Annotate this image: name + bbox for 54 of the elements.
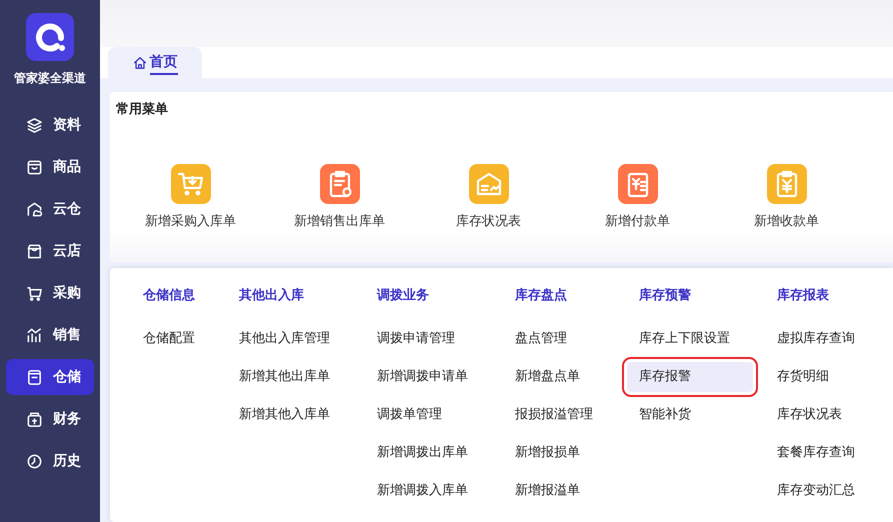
menu-item[interactable]: 新增盘点单: [503, 362, 603, 392]
menu-item[interactable]: 库存报警: [627, 362, 753, 392]
menu-item[interactable]: 虚拟库存查询: [765, 324, 865, 354]
logo-icon: [26, 13, 74, 61]
menu-item[interactable]: 报损报溢管理: [503, 400, 603, 430]
menu-item[interactable]: 新增其他出库单: [227, 362, 330, 392]
menu-item[interactable]: 套餐库存查询: [765, 438, 865, 468]
menu-item[interactable]: 新增报损单: [503, 438, 603, 468]
menu-item[interactable]: 盘点管理: [503, 324, 603, 354]
nav-item[interactable]: 采购: [6, 275, 94, 311]
shortcut-item[interactable]: 新增销售出库单: [265, 164, 414, 230]
menu-item[interactable]: 新增其他入库单: [227, 400, 330, 430]
shortcut-item[interactable]: 库存状况表: [414, 164, 563, 230]
menu-item[interactable]: 库存上下限设置: [627, 324, 730, 354]
shortcut-item[interactable]: 新增采购入库单: [116, 164, 265, 230]
menu-item[interactable]: 库存变动汇总: [765, 476, 865, 506]
nav-item[interactable]: 云店: [6, 233, 94, 269]
home-tab[interactable]: 首页: [108, 47, 202, 78]
menu-group-title: 库存报表: [777, 286, 830, 305]
home-icon: [132, 56, 146, 70]
store-icon: [26, 242, 43, 260]
nav-item[interactable]: 仓储: [6, 359, 94, 395]
nav-item[interactable]: 资料: [6, 107, 94, 143]
shortcut-item[interactable]: 新增收款单: [712, 164, 861, 230]
section-title: 常用菜单: [116, 101, 169, 118]
brand-name: 管家婆全渠道: [14, 70, 86, 87]
menu-item[interactable]: 调拨申请管理: [365, 324, 465, 354]
nav-item[interactable]: 销售: [6, 317, 94, 353]
cart-icon: [26, 284, 43, 302]
menu-item[interactable]: 新增调拨入库单: [365, 476, 468, 506]
menu-item[interactable]: 新增调拨出库单: [365, 438, 468, 468]
bag-icon: [26, 158, 43, 176]
book-icon: [26, 368, 43, 386]
menu-item[interactable]: 智能补货: [627, 400, 727, 430]
layers-icon: [26, 116, 43, 134]
nav-item[interactable]: 云仓: [6, 191, 94, 227]
menu-item[interactable]: 调拨单管理: [365, 400, 465, 430]
menu-group-title: 调拨业务: [377, 287, 430, 305]
menu-item[interactable]: 存货明细: [765, 362, 865, 392]
menu-item[interactable]: 新增调拨申请单: [365, 362, 468, 392]
menu-item[interactable]: 新增报溢单: [503, 476, 603, 506]
menu-group-title: 仓储信息: [143, 287, 196, 305]
menu-group-title: 其他出入库: [239, 286, 305, 305]
menu-item[interactable]: 库存状况表: [765, 400, 865, 430]
shortcut-item[interactable]: 新增付款单: [563, 164, 712, 230]
clock-icon: [26, 452, 43, 470]
chart-icon: [26, 326, 43, 344]
wallet-icon: [26, 410, 43, 428]
cloud-house-icon: [26, 200, 43, 218]
nav-item[interactable]: 财务: [6, 401, 94, 437]
nav-item[interactable]: 历史: [6, 443, 94, 479]
menu-group-title: 库存预警: [639, 286, 692, 305]
nav-item[interactable]: 商品: [6, 149, 94, 185]
menu-group-title: 库存盘点: [515, 286, 568, 305]
